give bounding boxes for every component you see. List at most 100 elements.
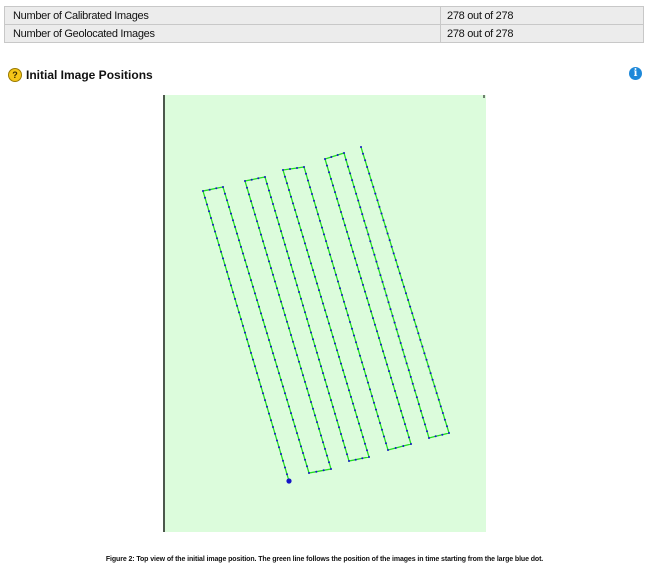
image-position-point xyxy=(222,186,224,188)
image-position-point xyxy=(316,282,318,285)
image-position-point xyxy=(329,253,331,256)
image-position-point xyxy=(266,253,268,256)
image-position-point xyxy=(300,229,302,232)
image-position-point xyxy=(304,242,306,245)
image-position-point xyxy=(322,469,325,472)
image-position-point xyxy=(290,263,292,266)
image-position-point xyxy=(262,319,264,321)
image-position-point xyxy=(242,324,244,327)
image-position-point xyxy=(353,334,355,337)
image-position-point xyxy=(358,270,360,273)
image-position-point xyxy=(395,328,398,331)
image-position-point xyxy=(431,378,434,381)
image-position-point xyxy=(370,310,372,313)
image-position-point xyxy=(310,262,312,265)
image-position-point xyxy=(364,442,366,445)
image-position-point xyxy=(405,292,407,295)
image-position-point xyxy=(278,223,280,226)
image-position-point xyxy=(254,365,256,368)
image-position-point xyxy=(254,292,256,295)
image-position-point xyxy=(282,169,284,171)
image-position-point xyxy=(408,436,410,439)
image-position-point xyxy=(266,405,268,408)
section-title: Initial Image Positions xyxy=(26,68,153,82)
info-icon[interactable]: i xyxy=(629,67,642,80)
image-position-point xyxy=(250,351,252,354)
image-position-point xyxy=(319,219,321,222)
image-position-point xyxy=(298,222,300,225)
image-position-point xyxy=(322,441,324,444)
image-position-point xyxy=(325,240,327,243)
image-position-point xyxy=(360,429,362,432)
image-position-point xyxy=(434,435,437,438)
image-position-point xyxy=(264,247,266,249)
image-position-point xyxy=(305,172,307,175)
image-position-point xyxy=(244,331,246,334)
image-position-point xyxy=(274,280,276,283)
image-position-point xyxy=(252,206,254,209)
image-position-point xyxy=(336,419,338,422)
image-position-point xyxy=(356,264,358,266)
image-position-point xyxy=(238,239,240,242)
image-position-point xyxy=(256,220,258,223)
image-position-point xyxy=(260,233,262,236)
image-position-point xyxy=(365,226,368,229)
image-position-point xyxy=(290,412,292,415)
image-position-point xyxy=(374,192,377,195)
image-position-point xyxy=(368,456,370,458)
image-position-point xyxy=(439,405,442,408)
image-position-point xyxy=(352,250,354,253)
image-position-point xyxy=(358,422,360,425)
image-position-point xyxy=(360,277,362,280)
image-position-point xyxy=(286,182,288,185)
image-position-point xyxy=(258,305,260,308)
image-position-point xyxy=(228,206,230,208)
image-position-point xyxy=(276,365,278,368)
calibrated-images-value: 278 out of 278 xyxy=(440,6,644,25)
image-position-point xyxy=(380,212,383,215)
help-icon[interactable]: ? xyxy=(8,68,22,82)
image-position-point xyxy=(341,294,343,296)
image-position-point xyxy=(401,348,404,351)
image-position-point xyxy=(324,378,326,381)
image-position-point xyxy=(348,460,350,462)
image-position-point xyxy=(381,428,383,431)
image-position-point xyxy=(210,217,212,219)
image-position-point xyxy=(361,361,363,364)
image-position-point xyxy=(298,438,300,441)
image-position-point xyxy=(308,472,310,474)
image-position-point xyxy=(354,409,356,412)
image-position-point xyxy=(306,318,308,320)
image-position-point xyxy=(306,465,308,468)
image-position-point xyxy=(248,345,250,348)
section-header: ? Initial Image Positions xyxy=(8,66,153,84)
table-row: Number of Calibrated Images 278 out of 2… xyxy=(4,6,644,25)
image-position-point xyxy=(328,461,330,464)
image-position-point xyxy=(366,166,369,168)
image-position-point xyxy=(332,184,334,187)
image-position-point xyxy=(296,215,298,218)
image-position-point xyxy=(386,363,388,366)
image-position-point xyxy=(333,267,335,270)
image-position-point xyxy=(306,249,308,252)
image-position-point xyxy=(433,385,436,388)
image-position-point xyxy=(250,178,253,181)
image-position-point xyxy=(226,199,228,202)
image-position-point xyxy=(288,189,290,191)
image-position-point xyxy=(324,309,326,312)
image-position-point xyxy=(274,358,276,361)
image-position-point xyxy=(354,257,356,260)
image-position-point xyxy=(424,423,426,426)
image-position-point xyxy=(371,395,373,398)
image-position-point xyxy=(202,190,204,192)
image-position-point xyxy=(307,179,309,182)
image-position-point xyxy=(380,343,382,346)
image-position-point xyxy=(403,355,406,358)
image-position-point xyxy=(258,226,260,229)
image-position-point xyxy=(348,237,350,240)
image-position-point xyxy=(256,299,258,302)
image-position-point xyxy=(286,473,288,476)
image-position-point xyxy=(326,315,328,318)
image-position-point xyxy=(300,297,302,300)
image-position-point xyxy=(278,293,280,296)
